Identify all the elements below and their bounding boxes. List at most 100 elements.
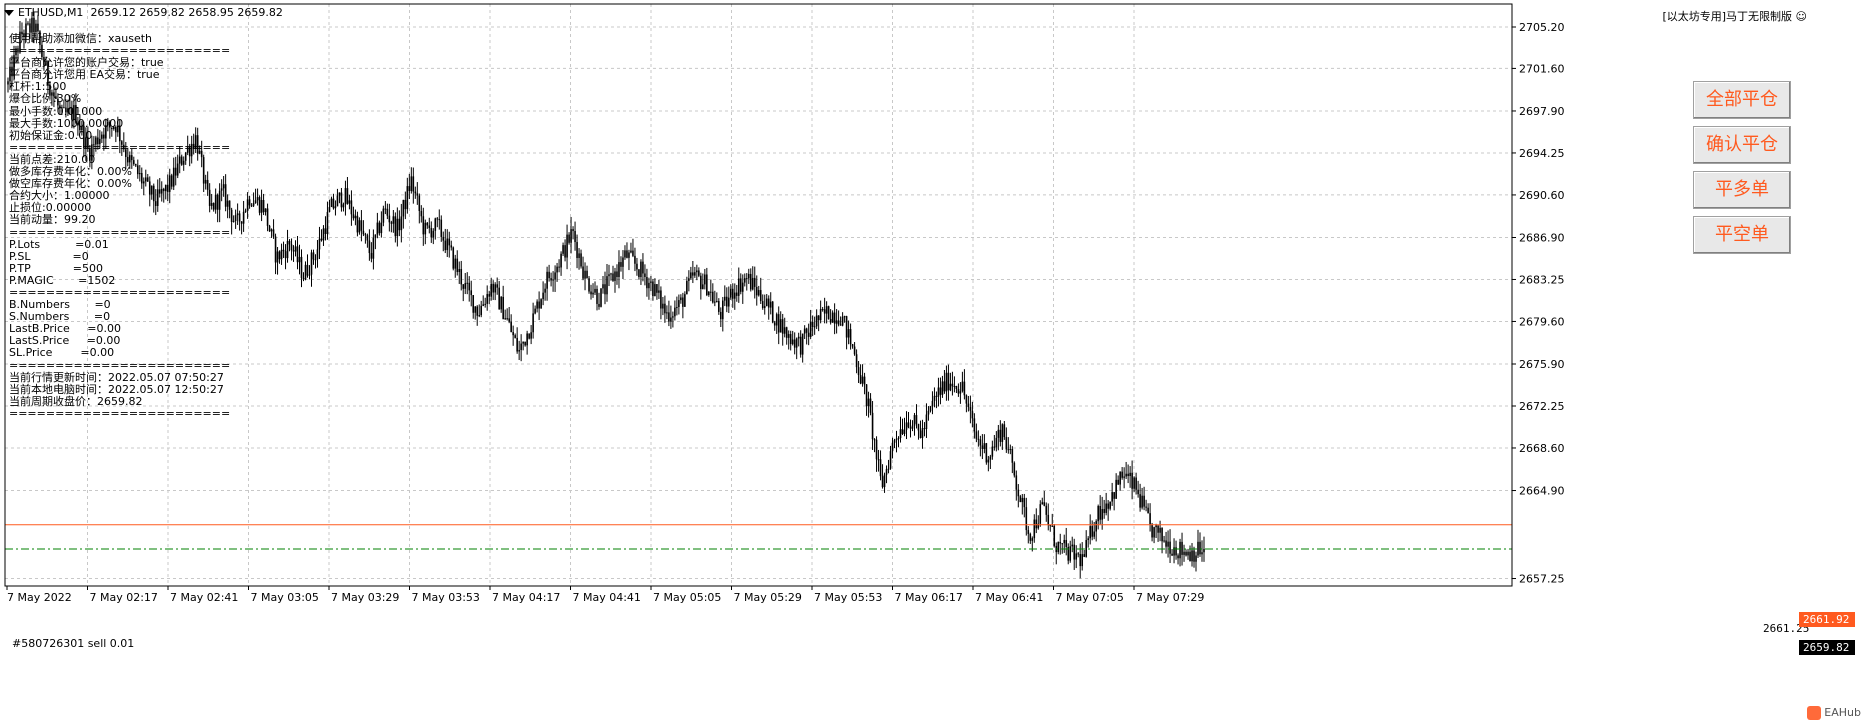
candle-body <box>608 274 610 277</box>
candle-body <box>540 299 542 309</box>
price-lines <box>5 524 1512 550</box>
candle-body <box>1143 495 1145 507</box>
candle-body <box>951 383 954 387</box>
candle-body <box>712 291 714 303</box>
confirm-close-button[interactable]: 确认平仓 <box>1693 126 1791 164</box>
candle-body <box>370 253 373 259</box>
candle-body <box>1159 527 1161 533</box>
candle-body <box>724 296 726 301</box>
candle-body <box>304 264 307 280</box>
info-line: SL.Price =0.00 <box>9 346 115 360</box>
y-tick-label: 2657.25 <box>1519 573 1565 586</box>
candle-body <box>841 316 844 326</box>
candle-body <box>867 398 870 407</box>
candle-body <box>727 297 730 307</box>
candle-body <box>678 300 680 308</box>
candle-body <box>987 459 990 463</box>
candle-body <box>891 442 894 452</box>
candle-body <box>704 274 706 285</box>
candle-body <box>1097 506 1099 522</box>
candle-body <box>684 294 686 307</box>
candle-body <box>1185 551 1187 556</box>
candle-body <box>534 308 536 314</box>
candle-body <box>240 221 243 224</box>
candle-body <box>1059 541 1062 544</box>
candle-body <box>488 294 490 297</box>
candle-body <box>716 300 718 302</box>
candle-body <box>855 354 858 368</box>
candle-body <box>785 327 788 338</box>
candle-body <box>562 245 564 254</box>
candle-body <box>1075 553 1078 560</box>
candle-body <box>1119 471 1121 485</box>
candle-body <box>1171 553 1173 556</box>
candle-body <box>1061 543 1064 545</box>
smiley-icon: ☺ <box>1795 10 1807 23</box>
close-short-button[interactable]: 平空单 <box>1693 216 1791 254</box>
candle-body <box>993 446 996 448</box>
candle-body <box>566 234 568 258</box>
candle-body <box>544 288 546 293</box>
candle-body <box>743 278 746 283</box>
price-chart[interactable]: 2705.20 2701.60 2697.90 2694.25 2690.60 2686.… <box>0 0 1867 724</box>
candle-body <box>422 216 425 235</box>
candle-body <box>1065 539 1068 547</box>
candle-body <box>640 261 642 278</box>
candle-body <box>230 209 233 222</box>
candle-body <box>933 395 936 401</box>
info-line: ======================== <box>9 225 231 239</box>
candle-body <box>1019 496 1022 503</box>
candle-body <box>578 253 580 258</box>
chevron-down-icon[interactable] <box>4 10 14 16</box>
candle-body <box>1149 513 1151 525</box>
candle-body <box>700 275 702 290</box>
candle-body <box>777 314 780 333</box>
candle-body <box>887 468 890 470</box>
close-all-button[interactable]: 全部平仓 <box>1693 81 1791 119</box>
y-tick-label: 2675.90 <box>1519 358 1565 371</box>
candle-body <box>945 372 948 392</box>
candle-body <box>402 199 405 217</box>
candle-body <box>35 23 37 33</box>
candle-body <box>648 282 650 289</box>
candle-body <box>965 395 968 404</box>
candle-body <box>390 222 393 224</box>
candle-body <box>622 257 624 267</box>
candle-body <box>905 422 908 430</box>
candle-body <box>813 326 816 328</box>
candle-body <box>236 213 239 216</box>
candle-body <box>386 208 389 216</box>
candle-body <box>1111 492 1113 502</box>
candle-body <box>1079 554 1082 567</box>
candle-body <box>264 208 267 213</box>
candle-body <box>376 222 379 235</box>
candle-body <box>280 249 283 260</box>
candle-body <box>694 272 696 276</box>
candle-body <box>458 269 461 273</box>
x-tick-label: 7 May 05:29 <box>734 591 802 604</box>
candle-body <box>302 278 305 280</box>
candle-body <box>1073 544 1076 560</box>
candle-body <box>430 228 433 238</box>
candle-body <box>328 206 331 212</box>
candle-body <box>400 216 403 231</box>
candle-body <box>692 272 694 276</box>
info-line: 当前动量：99.20 <box>9 213 96 227</box>
candle-body <box>1103 509 1105 513</box>
candle-body <box>1163 540 1165 542</box>
candle-body <box>708 291 710 296</box>
candle-body <box>739 278 742 292</box>
candle-body <box>290 244 293 251</box>
candle-body <box>602 284 604 289</box>
candle-body <box>1131 472 1133 489</box>
candle-body <box>1105 503 1107 513</box>
candle-body <box>1083 554 1086 557</box>
candle-body <box>340 192 343 208</box>
close-long-button[interactable]: 平多单 <box>1693 171 1791 209</box>
candle-body <box>885 469 888 475</box>
candle-body <box>372 237 375 259</box>
candle-body <box>1005 437 1008 450</box>
candle-body <box>496 284 498 288</box>
candle-body <box>506 318 508 320</box>
candle-body <box>1135 477 1137 490</box>
